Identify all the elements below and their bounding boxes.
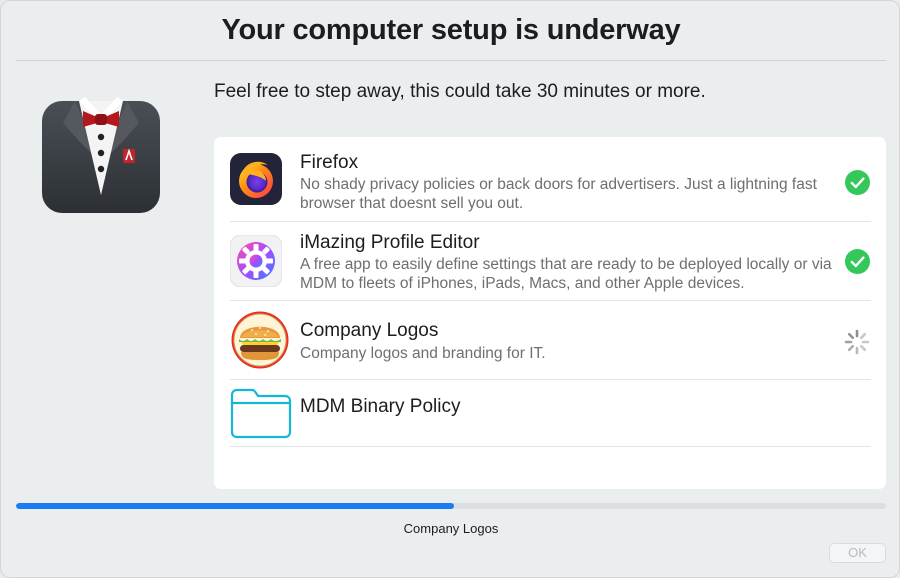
progress-status-text: Company Logos [403,521,499,536]
item-title: Firefox [300,152,359,173]
progress-bar-fill [16,503,454,509]
list-item-company-logos: Company Logos Company logos and branding… [230,300,871,380]
list-item-imazing: iMazing Profile Editor A free app to eas… [229,221,871,301]
item-description: No shady privacy policies or back doors … [300,176,817,212]
item-title: MDM Binary Policy [300,396,461,417]
item-title: Company Logos [300,320,439,341]
check-icon [845,249,870,279]
loading-spinner-icon [843,328,871,361]
firefox-icon [230,153,282,210]
ok-button[interactable]: OK [829,543,886,563]
progress-bar [16,503,886,509]
folder-icon [230,387,292,444]
list-item-mdm-binary-policy: MDM Binary Policy [230,379,871,447]
list-item-firefox: Firefox No shady privacy policies or bac… [230,137,871,222]
tuxedo-logo-icon [39,93,163,215]
subtitle: Feel free to step away, this could take … [214,81,706,102]
check-icon [845,170,870,200]
title-divider [16,60,886,61]
setup-window: Your computer setup is underway Feel fre… [0,0,900,578]
item-title: iMazing Profile Editor [300,232,480,253]
page-title: Your computer setup is underway [221,14,681,46]
item-description: Company logos and branding for IT. [300,345,546,362]
imazing-gear-icon [229,234,283,292]
item-description: A free app to easily define settings tha… [300,256,832,292]
items-list: Firefox No shady privacy policies or bac… [214,137,886,489]
burger-icon [230,310,290,375]
